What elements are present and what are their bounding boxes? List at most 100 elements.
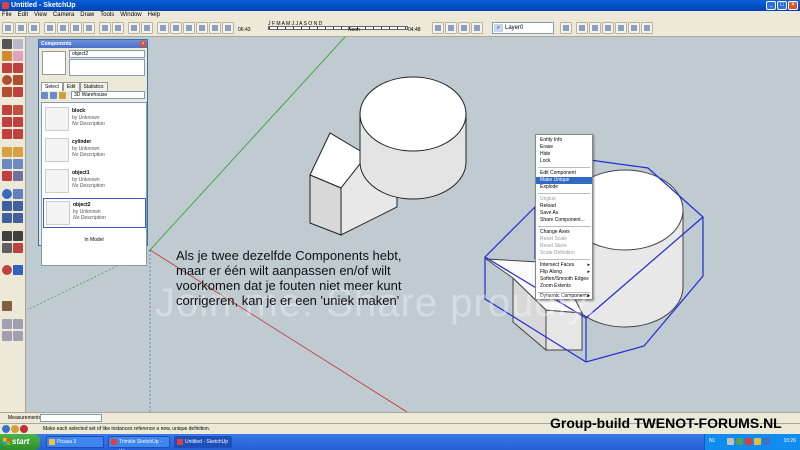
tray-icon[interactable] [736,438,743,445]
undo-icon[interactable] [99,22,111,34]
shadow-toggle-icon[interactable] [209,22,221,34]
get-models-icon[interactable] [2,265,12,275]
menu-item-edit-component[interactable]: Edit Component [536,170,592,177]
dimension-tool-icon[interactable] [13,147,23,157]
orbit-tool-icon[interactable] [2,189,12,199]
pan-tool-icon[interactable] [13,189,23,199]
tab-edit[interactable]: Edit [62,82,80,91]
look-around-icon[interactable] [2,243,12,253]
menu-view[interactable]: View [34,11,47,20]
eraser-tool-icon[interactable] [13,51,23,61]
polygon-tool-icon[interactable] [2,87,12,97]
paste-icon[interactable] [70,22,82,34]
front-view-icon[interactable] [458,22,470,34]
iso-view-icon[interactable] [432,22,444,34]
cut-icon[interactable] [44,22,56,34]
section-plane-icon[interactable] [13,243,23,253]
tray-icon[interactable] [754,438,761,445]
paint-bucket-icon[interactable] [2,51,12,61]
select-icon[interactable] [157,22,169,34]
menu-file[interactable]: File [2,11,12,20]
model-info-icon[interactable] [141,22,153,34]
component-icon[interactable] [170,22,182,34]
shadow-track[interactable] [268,26,408,30]
menu-item-erase[interactable]: Erase [536,144,592,151]
shadow-settings-icon[interactable] [222,22,234,34]
arc-tool-icon[interactable] [13,75,23,85]
menu-item-lock[interactable]: Lock [536,158,592,165]
close-button[interactable]: × [788,1,798,10]
language-indicator[interactable]: NL [709,438,715,444]
new-file-icon[interactable] [2,22,14,34]
tray-icon[interactable] [745,438,752,445]
minimize-button[interactable]: _ [766,1,776,10]
menu-item-intersect-faces[interactable]: Intersect Faces ▸ [536,262,592,269]
component-name-field[interactable]: object2 [69,50,145,58]
3d-text-icon[interactable] [13,171,23,181]
rotate-tool-icon[interactable] [2,117,12,127]
task-trimble[interactable]: Trimble SketchUp - Wi... [108,436,170,450]
menu-item-flip-along[interactable]: Flip Along ▸ [536,269,592,276]
scale-tool-icon[interactable] [2,129,12,139]
list-item[interactable]: object2 by Unknown No Description [43,198,146,228]
zoom-window-icon[interactable] [13,201,23,211]
list-item[interactable]: cylinder by Unknown No Description [43,136,146,166]
menu-item-make-unique[interactable]: Make Unique [536,177,592,184]
position-camera-icon[interactable] [2,231,12,241]
menu-item-share-component[interactable]: Share Component... [536,217,592,224]
move-tool-icon[interactable] [2,105,12,115]
walk-tool-icon[interactable] [13,231,23,241]
components-close-icon[interactable]: × [140,41,146,47]
offset-tool-icon[interactable] [13,129,23,139]
component-tool-icon[interactable] [13,39,23,49]
tab-select[interactable]: Select [41,82,63,91]
copy-icon[interactable] [57,22,69,34]
rectangle-tool-icon[interactable] [2,63,12,73]
zoom-extents-icon[interactable] [13,213,23,223]
list-item[interactable]: block by Unknown No Description [43,105,146,135]
text-tool-icon[interactable] [13,159,23,169]
home-icon[interactable] [50,92,57,99]
menu-camera[interactable]: Camera [53,11,74,20]
xray-icon[interactable] [576,22,588,34]
wireframe-icon[interactable] [589,22,601,34]
menu-item-save-as[interactable]: Save As [536,210,592,217]
save-icon[interactable] [28,22,40,34]
help-icon[interactable] [20,425,28,433]
right-view-icon[interactable] [471,22,483,34]
solid-trim-icon[interactable] [13,331,23,341]
tray-icon[interactable] [727,438,734,445]
component-description-field[interactable] [69,59,145,76]
menu-window[interactable]: Window [120,11,141,20]
circle-tool-icon[interactable] [2,75,12,85]
redo-icon[interactable] [112,22,124,34]
follow-me-icon[interactable] [13,117,23,127]
tape-measure-icon[interactable] [2,147,12,157]
share-model-icon[interactable] [13,265,23,275]
task-untitled[interactable]: Untitled - SketchUp [174,436,232,448]
hidden-line-icon[interactable] [602,22,614,34]
tab-statistics[interactable]: Statistics [79,82,108,91]
layers-icon[interactable] [560,22,572,34]
shadow-slider[interactable]: J F M A M J J A S O N D 06:43 Noon 04:48 [238,21,428,35]
list-item[interactable]: object1 by Unknown No Description [43,167,146,197]
layer-select[interactable]: ✓ Layer0 [492,22,554,34]
menu-item-explode[interactable]: Explode [536,184,592,191]
menu-item-reload[interactable]: Reload [536,203,592,210]
menu-item-entity-info[interactable]: Entity Info [536,137,592,144]
protractor-icon[interactable] [2,159,12,169]
menu-item-change-axes[interactable]: Change Axes [536,229,592,236]
zoom-tool-icon[interactable] [2,201,12,211]
eraser-icon[interactable] [196,22,208,34]
menu-tools[interactable]: Tools [100,11,114,20]
monochrome-icon[interactable] [641,22,653,34]
menu-edit[interactable]: Edit [18,11,28,20]
textured-icon[interactable] [628,22,640,34]
measurements-input[interactable] [40,414,102,422]
select-tool-icon[interactable] [2,39,12,49]
menu-item-hide[interactable]: Hide [536,151,592,158]
solid-subtract-icon[interactable] [13,319,23,329]
print-icon[interactable] [128,22,140,34]
open-file-icon[interactable] [15,22,27,34]
erase-icon[interactable] [83,22,95,34]
